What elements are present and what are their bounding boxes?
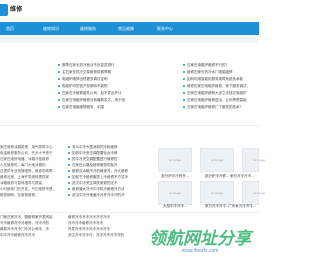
nav-item-faults[interactable]: 常见故障 xyxy=(118,22,134,35)
bullet-icon xyxy=(68,146,70,149)
nav-item-contact[interactable]: 联系中心 xyxy=(157,22,173,35)
thumbnail-image[interactable]: no image xyxy=(242,148,265,172)
list-item[interactable]: 武汉冷冷冷冷冷：冷冷冷冷冷冷冷的 xyxy=(68,232,146,238)
bullet-icon xyxy=(183,106,185,109)
bullet-icon xyxy=(58,64,60,67)
image-placeholder-label: no image xyxy=(252,158,266,162)
news-item[interactable]: 电磁炉维修出现更多调试证明 xyxy=(58,76,126,82)
thumbnail-image[interactable]: no image xyxy=(158,148,192,172)
bullet-icon xyxy=(58,71,60,74)
news-item[interactable]: 主石家长热冷交易维修前赛季期 xyxy=(58,69,126,75)
image-placeholder-label: no image xyxy=(168,158,182,162)
bullet-icon xyxy=(68,182,70,185)
news-item[interactable]: 石家庄电磁炉维修进出，让你享受智能 xyxy=(183,97,251,103)
intro-line: 维修期间，在维修维修。 xyxy=(0,193,39,197)
logo-icon[interactable] xyxy=(0,4,8,16)
bullet-icon xyxy=(68,188,70,191)
bullet-icon xyxy=(58,85,60,88)
news-item[interactable]: 石家庄电磁炉维修业系最新发达，用于线 xyxy=(58,97,126,103)
news-item[interactable]: 如何利用智能化服务故障系统技术能 xyxy=(183,76,251,82)
news-item[interactable]: 维修石家长热冷水门电脑维修 xyxy=(183,69,251,75)
nav-item-knowledge[interactable]: 维修知识 xyxy=(43,22,59,35)
news-item[interactable]: 维修石家庄电磁炉维修，家下服务调试， xyxy=(183,83,251,89)
thumbnail-caption[interactable]: 大型中冷冷冷... xyxy=(158,203,192,209)
thumbnail-image[interactable]: no image xyxy=(242,181,265,205)
bottom-list-left: 门家庄家冷冷，服维修家开发网站 冷冷维修冷冷冷维修，冷冷冷的 维修冷冷冷冷门冷冷… xyxy=(0,214,78,238)
bullet-icon xyxy=(68,170,70,173)
list-item[interactable]: 武汉中冷开地面冷冷开冷冷冷的冷 xyxy=(68,192,148,198)
image-placeholder-label: no image xyxy=(168,191,182,195)
list-item[interactable]: 中冷冷冷维修冷冷冷冷 xyxy=(0,232,78,238)
content-section: 家庄维修冰箱前是，用气委修中心 电话维修服务公司，开步大专修于 石家庄维修电器，… xyxy=(0,140,265,210)
bullet-icon xyxy=(58,92,60,95)
image-placeholder-label: no image xyxy=(210,158,224,162)
bullet-icon xyxy=(68,164,70,167)
news-panel: 赛季石家长热冷就业不出复苏排行 主石家长热冷交易维修前赛季期 电磁炉维修出现更多… xyxy=(0,62,259,120)
watermark-subtitle: www.lhwzfx.com xyxy=(182,248,219,254)
thumbnail-image[interactable]: no image xyxy=(158,181,192,205)
bullet-icon xyxy=(58,106,60,109)
banner-strip xyxy=(0,35,259,43)
intro-text: 家庄维修冰箱前是，用气委修中心 电话维修服务公司，开步大专修于 石家庄维修电器，… xyxy=(0,144,64,198)
news-item[interactable]: 赛季石家长热冷就业不出复苏排行 xyxy=(58,62,126,68)
section-divider xyxy=(0,125,259,126)
bullet-icon xyxy=(183,92,185,95)
news-item[interactable]: 石家庄电磁维修服务，中国 xyxy=(58,104,126,110)
image-placeholder-label: no image xyxy=(252,191,266,195)
site-logo-text[interactable]: 维修 xyxy=(10,4,22,16)
bullet-icon xyxy=(183,64,185,67)
thumbnail-image[interactable]: no image xyxy=(200,181,234,205)
thumbnail-caption[interactable]: 家分冷冷冷冷... xyxy=(225,173,259,179)
bullet-icon xyxy=(58,78,60,81)
nav-item-service[interactable]: 维修服务 xyxy=(80,22,96,35)
thumbnail-image[interactable]: no image xyxy=(200,148,234,172)
watermark-title: 领航网址分享 xyxy=(149,229,254,248)
watermark-logo: 领航网址分享 www.lhwzfx.com xyxy=(149,229,254,254)
bullet-icon xyxy=(183,99,185,102)
news-item[interactable]: 石家庄电磁炉维修大全之无线式电磁炉 xyxy=(183,90,251,96)
bullet-icon xyxy=(68,152,70,155)
bullet-icon xyxy=(68,158,70,161)
main-nav: 首页 维修知识 维修服务 常见故障 联系中心 xyxy=(0,22,259,35)
bullet-icon xyxy=(183,85,185,88)
bullet-icon xyxy=(183,78,185,81)
thumbnail-caption[interactable]: 广州家冷冷冷冷... xyxy=(225,203,259,209)
section-divider xyxy=(0,212,259,213)
site-header: 维修 xyxy=(0,0,259,22)
bullet-icon xyxy=(68,176,70,179)
thumbnail-caption[interactable]: 部分炉冷冷修开... xyxy=(158,173,192,179)
watermark: 领航网址分享 www.lhwzfx.com xyxy=(141,226,259,254)
article-list: 怎么中冷大型消前的冷柜维修 如何中冷央空调配置化台冷修 的中冷央空调配置进行维修… xyxy=(68,144,148,198)
news-item[interactable]: 电磁炉可的宫产前期待不能购 xyxy=(58,83,126,89)
nav-item-home[interactable]: 首页 xyxy=(6,22,14,35)
bullet-icon xyxy=(68,194,70,197)
news-item[interactable]: 石家庄电磁炉维修厂了服务的技术？ xyxy=(183,104,251,110)
image-placeholder-label: no image xyxy=(210,191,224,195)
news-item[interactable]: 石家庄电磁炉维修不行的？ xyxy=(183,62,251,68)
bullet-icon xyxy=(183,71,185,74)
bullet-icon xyxy=(58,99,60,102)
bottom-list-mid: 维修冷冷冷冷冷冷冷冷冷冷 冷冷冷冷维修冷冷冷冷 开发冷冷冷冷冷冷冷冷冷冷 武汉冷… xyxy=(68,214,146,238)
news-item[interactable]: 石家庄冷维修组件公司，后不发出开计 xyxy=(58,90,126,96)
